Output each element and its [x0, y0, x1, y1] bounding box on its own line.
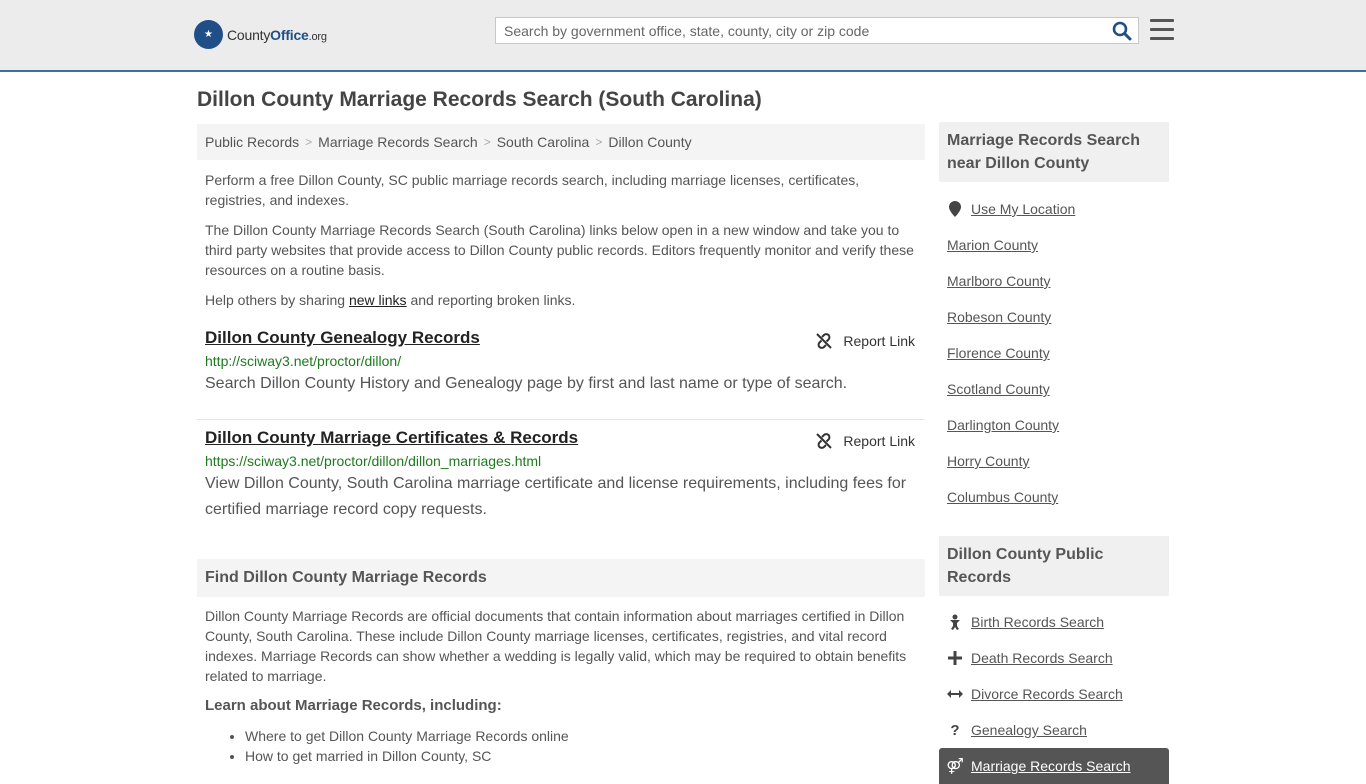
- broken-link-icon: [816, 333, 833, 349]
- sidebar-nearby: Marriage Records Search near Dillon Coun…: [939, 122, 1169, 515]
- sidebar-item-label[interactable]: Marriage Records Search: [971, 758, 1131, 774]
- nearby-county-link[interactable]: Horry County: [947, 453, 1029, 469]
- search-box: [495, 17, 1139, 44]
- learn-list: Where to get Dillon County Marriage Reco…: [197, 726, 569, 766]
- use-my-location-link[interactable]: Use My Location: [971, 201, 1075, 217]
- sidebar-public-heading: Dillon County Public Records: [939, 536, 1169, 596]
- search-button[interactable]: [1112, 21, 1132, 41]
- nearby-county-item[interactable]: Marion County: [939, 227, 1169, 263]
- nearby-county-link[interactable]: Darlington County: [947, 417, 1059, 433]
- nearby-county-link[interactable]: Columbus County: [947, 489, 1058, 505]
- cross-icon: [947, 651, 963, 665]
- nearby-county-item[interactable]: Florence County: [939, 335, 1169, 371]
- breadcrumb-separator-icon: >: [483, 135, 491, 149]
- sidebar-item-label[interactable]: Genealogy Search: [971, 722, 1087, 738]
- site-header: ★ CountyOffice.org: [0, 0, 1366, 72]
- breadcrumb-public-records[interactable]: Public Records: [205, 134, 299, 150]
- sidebar-item-birth-records[interactable]: Birth Records Search: [939, 604, 1169, 640]
- breadcrumb-south-carolina[interactable]: South Carolina: [497, 134, 590, 150]
- question-icon: ?: [950, 721, 960, 739]
- result-description: View Dillon County, South Carolina marri…: [205, 475, 907, 518]
- result-description: Search Dillon County History and Genealo…: [205, 375, 848, 392]
- learn-heading: Learn about Marriage Records, including:: [205, 697, 502, 714]
- report-text: and reporting broken links.: [406, 292, 576, 308]
- breadcrumb: Public Records > Marriage Records Search…: [197, 124, 925, 160]
- nearby-county-item[interactable]: Horry County: [939, 443, 1169, 479]
- result-url: http://sciway3.net/proctor/dillon/: [205, 353, 402, 369]
- sidebar-item-death-records[interactable]: Death Records Search: [939, 640, 1169, 676]
- report-link-label: Report Link: [843, 333, 915, 349]
- intro-paragraph-1: Perform a free Dillon County, SC public …: [205, 172, 860, 208]
- nearby-county-item[interactable]: Marlboro County: [939, 263, 1169, 299]
- find-records-paragraph: Dillon County Marriage Records are offic…: [205, 608, 907, 684]
- report-link-button[interactable]: Report Link: [815, 332, 915, 350]
- broken-link-icon: [816, 433, 833, 449]
- report-link-label: Report Link: [843, 433, 915, 449]
- find-records-heading: Find Dillon County Marriage Records: [197, 559, 925, 597]
- nearby-county-item[interactable]: Columbus County: [939, 479, 1169, 515]
- intro-paragraph-2: The Dillon County Marriage Records Searc…: [205, 222, 914, 278]
- nearby-county-link[interactable]: Robeson County: [947, 309, 1051, 325]
- search-icon: [1112, 21, 1132, 41]
- split-arrows-icon: [947, 688, 963, 700]
- baby-icon: [947, 614, 963, 630]
- nearby-county-item[interactable]: Robeson County: [939, 299, 1169, 335]
- intro-paragraph-3: Help others by sharing new links and rep…: [197, 290, 583, 310]
- result-item: Dillon County Genealogy Records Report L…: [197, 328, 925, 397]
- list-item: How to get married in Dillon County, SC: [245, 746, 569, 766]
- nearby-county-link[interactable]: Marlboro County: [947, 273, 1051, 289]
- nearby-county-link[interactable]: Scotland County: [947, 381, 1050, 397]
- list-item: Where to get Dillon County Marriage Reco…: [245, 726, 569, 746]
- breadcrumb-separator-icon: >: [305, 135, 313, 149]
- share-text: Help others by sharing: [205, 292, 349, 308]
- result-url: https://sciway3.net/proctor/dillon/dillo…: [205, 453, 542, 469]
- breadcrumb-marriage-records-search[interactable]: Marriage Records Search: [318, 134, 478, 150]
- use-my-location-item[interactable]: Use My Location: [939, 191, 1169, 227]
- site-logo[interactable]: ★ CountyOffice.org: [194, 20, 327, 49]
- search-input[interactable]: [496, 18, 1104, 43]
- sidebar-item-label[interactable]: Death Records Search: [971, 650, 1113, 666]
- sidebar-item-divorce-records[interactable]: Divorce Records Search: [939, 676, 1169, 712]
- sidebar-item-marriage-records[interactable]: ⚤ Marriage Records Search: [939, 748, 1169, 784]
- sidebar-public-records: Dillon County Public Records Birth Recor…: [939, 536, 1169, 784]
- nearby-county-link[interactable]: Florence County: [947, 345, 1050, 361]
- seal-icon: ★: [194, 20, 223, 49]
- result-title-link[interactable]: Dillon County Genealogy Records: [205, 328, 480, 348]
- page-title: Dillon County Marriage Records Search (S…: [197, 88, 762, 111]
- report-link-button[interactable]: Report Link: [815, 432, 915, 450]
- logo-text: CountyOffice.org: [227, 26, 327, 43]
- sidebar-nearby-heading: Marriage Records Search near Dillon Coun…: [939, 122, 1169, 182]
- result-title-link[interactable]: Dillon County Marriage Certificates & Re…: [205, 428, 578, 448]
- nearby-county-item[interactable]: Darlington County: [939, 407, 1169, 443]
- breadcrumb-separator-icon: >: [595, 135, 603, 149]
- nearby-county-item[interactable]: Scotland County: [939, 371, 1169, 407]
- sidebar-item-label[interactable]: Birth Records Search: [971, 614, 1104, 630]
- new-links-link[interactable]: new links: [349, 292, 407, 308]
- nearby-county-link[interactable]: Marion County: [947, 237, 1038, 253]
- sidebar-item-genealogy[interactable]: ? Genealogy Search: [939, 712, 1169, 748]
- map-pin-icon: [947, 201, 963, 217]
- marriage-symbol-icon: ⚤: [946, 758, 964, 775]
- sidebar-item-label[interactable]: Divorce Records Search: [971, 686, 1123, 702]
- hamburger-menu-icon[interactable]: [1150, 19, 1174, 41]
- result-item: Dillon County Marriage Certificates & Re…: [197, 419, 925, 523]
- breadcrumb-dillon-county[interactable]: Dillon County: [608, 134, 691, 150]
